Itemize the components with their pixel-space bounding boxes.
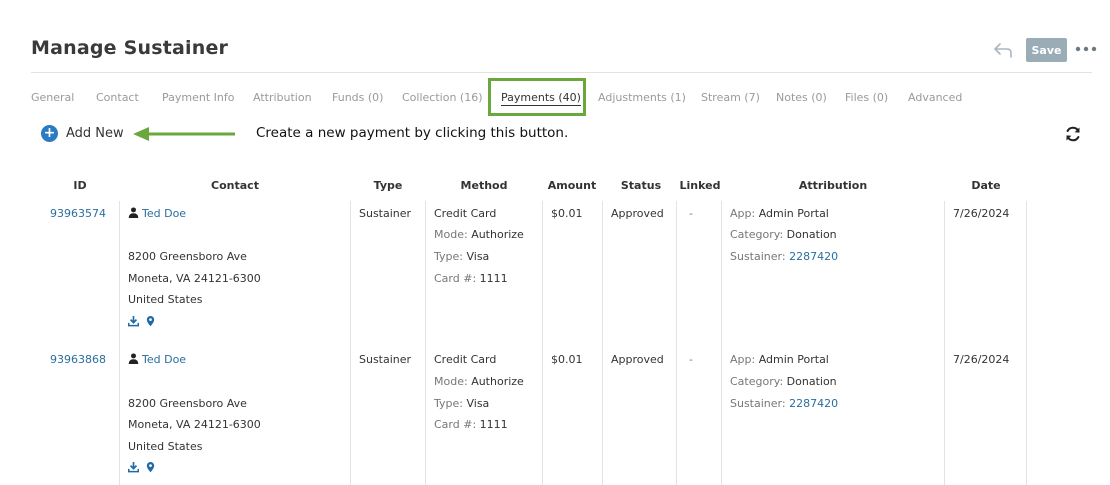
tab-files[interactable]: Files (0)	[845, 91, 888, 104]
column-divider	[721, 201, 722, 485]
address-line-1: 8200 Greensboro Ave	[128, 397, 247, 410]
title-divider	[31, 72, 1092, 73]
attribution-app: App: Admin Portal	[730, 353, 829, 366]
amount-cell: $0.01	[551, 207, 583, 220]
address-line-2: Moneta, VA 24121-6300	[128, 272, 261, 285]
address-country: United States	[128, 440, 203, 453]
tab-contact[interactable]: Contact	[96, 91, 139, 104]
tab-advanced[interactable]: Advanced	[908, 91, 962, 104]
payment-id-link[interactable]: 93963868	[50, 353, 106, 366]
method-card-number: Card #: 1111	[434, 418, 508, 431]
column-divider	[602, 201, 603, 485]
method-card-number: Card #: 1111	[434, 272, 508, 285]
person-icon	[128, 207, 139, 218]
tab-collection[interactable]: Collection (16)	[402, 91, 483, 104]
date-cell: 7/26/2024	[953, 207, 1010, 220]
tab-general[interactable]: General	[31, 91, 74, 104]
contact-actions	[128, 315, 156, 327]
tab-stream[interactable]: Stream (7)	[701, 91, 760, 104]
save-button[interactable]: Save	[1026, 38, 1067, 62]
address-country: United States	[128, 293, 203, 306]
status-cell: Approved	[611, 353, 664, 366]
column-divider	[1026, 201, 1027, 485]
amount-cell: $0.01	[551, 353, 583, 366]
refresh-icon[interactable]	[1063, 124, 1083, 144]
sustainer-link[interactable]: 2287420	[789, 397, 838, 410]
map-pin-icon[interactable]	[145, 461, 156, 473]
download-icon[interactable]	[128, 315, 139, 327]
method-card-type: Type: Visa	[434, 397, 490, 410]
callout-text: Create a new payment by clicking this bu…	[256, 125, 569, 141]
add-new-label: Add New	[66, 126, 124, 141]
method-cell: Credit Card	[434, 207, 497, 220]
column-header-type: Type	[373, 179, 403, 192]
type-cell: Sustainer	[359, 353, 412, 366]
contact-name-link[interactable]: Ted Doe	[142, 207, 186, 220]
active-tab-highlight	[488, 78, 586, 116]
address-line-1: 8200 Greensboro Ave	[128, 250, 247, 263]
column-header-contact: Contact	[211, 179, 259, 192]
tab-notes[interactable]: Notes (0)	[776, 91, 827, 104]
column-header-amount: Amount	[547, 179, 597, 192]
attribution-category: Category: Donation	[730, 228, 837, 241]
column-divider	[944, 201, 945, 485]
status-cell: Approved	[611, 207, 664, 220]
linked-cell: -	[689, 207, 693, 220]
method-card-type: Type: Visa	[434, 250, 490, 263]
linked-cell: -	[689, 353, 693, 366]
date-cell: 7/26/2024	[953, 353, 1010, 366]
attribution-sustainer: Sustainer: 2287420	[730, 397, 839, 410]
method-mode: Mode: Authorize	[434, 228, 524, 241]
attribution-app: App: Admin Portal	[730, 207, 829, 220]
column-header-status: Status	[620, 179, 662, 192]
attribution-sustainer: Sustainer: 2287420	[730, 250, 839, 263]
contact-name-link[interactable]: Ted Doe	[142, 353, 186, 366]
contact-cell: Ted Doe	[128, 353, 186, 366]
map-pin-icon[interactable]	[145, 315, 156, 327]
column-divider	[350, 201, 351, 485]
type-cell: Sustainer	[359, 207, 412, 220]
column-header-linked: Linked	[679, 179, 721, 192]
column-header-method: Method	[460, 179, 508, 192]
sustainer-link[interactable]: 2287420	[789, 250, 838, 263]
method-mode: Mode: Authorize	[434, 375, 524, 388]
column-header-attribution: Attribution	[798, 179, 868, 192]
tab-adjustments[interactable]: Adjustments (1)	[598, 91, 686, 104]
contact-actions	[128, 461, 156, 473]
column-header-date: Date	[971, 179, 1001, 192]
column-divider	[119, 201, 120, 485]
plus-circle-icon: +	[41, 125, 58, 142]
add-new-button[interactable]: + Add New	[41, 125, 124, 142]
tab-payment-info[interactable]: Payment Info	[162, 91, 234, 104]
attribution-category: Category: Donation	[730, 375, 837, 388]
contact-cell: Ted Doe	[128, 207, 186, 220]
column-divider	[676, 201, 677, 485]
download-icon[interactable]	[128, 461, 139, 473]
address-line-2: Moneta, VA 24121-6300	[128, 418, 261, 431]
column-divider	[425, 201, 426, 485]
method-cell: Credit Card	[434, 353, 497, 366]
arrow-left-icon	[133, 127, 235, 141]
payment-id-link[interactable]: 93963574	[50, 207, 106, 220]
tab-attribution[interactable]: Attribution	[253, 91, 312, 104]
tab-funds[interactable]: Funds (0)	[332, 91, 383, 104]
page-title: Manage Sustainer	[31, 37, 229, 59]
undo-icon[interactable]	[991, 38, 1015, 62]
column-header-id: ID	[73, 179, 87, 192]
more-options-icon[interactable]	[1075, 41, 1097, 57]
person-icon	[128, 353, 139, 364]
column-divider	[542, 201, 543, 485]
